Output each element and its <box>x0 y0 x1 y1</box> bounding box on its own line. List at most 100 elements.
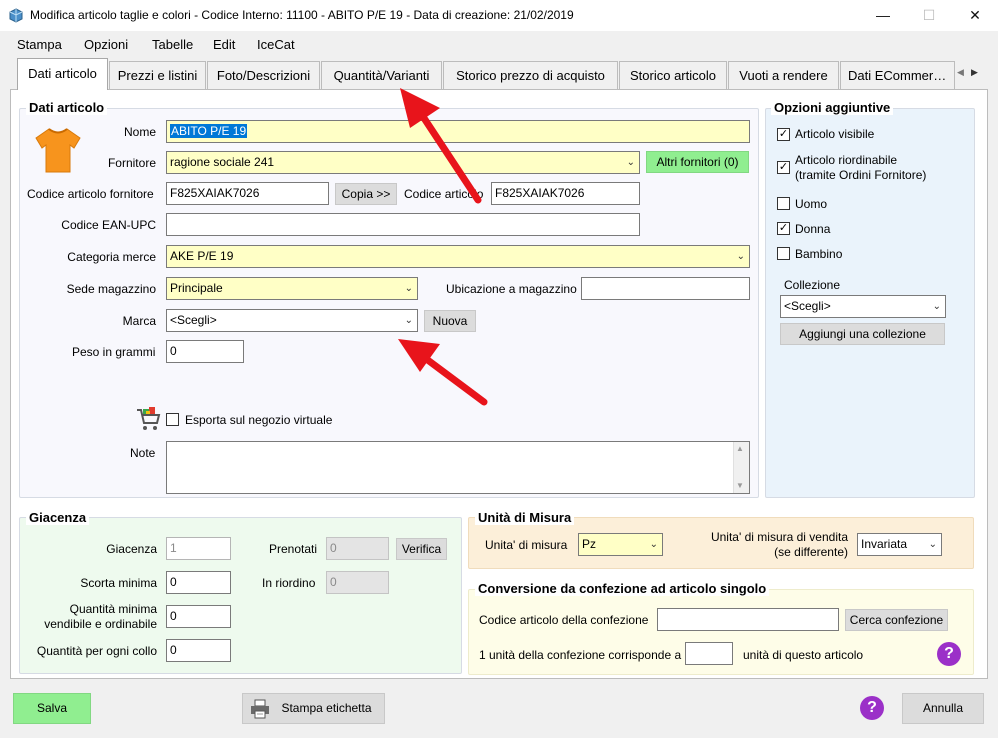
note-label: Note <box>130 446 156 460</box>
menu-tabelle[interactable]: Tabelle <box>152 37 193 52</box>
articolo-riordinabile-label: Articolo riordinabile <box>795 153 898 167</box>
menu-opzioni[interactable]: Opzioni <box>84 37 128 52</box>
prenotati-label: Prenotati <box>269 542 318 556</box>
codice-confezione-label: Codice articolo della confezione <box>479 613 649 627</box>
ean-input[interactable] <box>166 213 640 236</box>
chevron-down-icon: ⌄ <box>736 251 745 262</box>
chevron-down-icon: ⌄ <box>404 283 413 294</box>
tab-quantita-varianti[interactable]: Quantità/Varianti <box>321 61 442 89</box>
um-select[interactable]: Pz ⌄ <box>578 533 663 556</box>
shopping-cart-icon <box>137 407 161 430</box>
nome-label: Nome <box>123 125 156 139</box>
unita-title: Unità di Misura <box>475 510 575 525</box>
opzioni-title: Opzioni aggiuntive <box>771 100 894 115</box>
tab-scroll-right-icon[interactable]: ▶ <box>971 64 983 80</box>
articolo-visibile-label: Articolo visibile <box>795 127 875 141</box>
donna-checkbox[interactable]: ✓ <box>777 222 790 235</box>
app-icon <box>9 8 23 23</box>
peso-input[interactable]: 0 <box>166 340 244 363</box>
codice-confezione-input[interactable] <box>657 608 839 631</box>
annulla-button[interactable]: Annulla <box>902 693 984 724</box>
scorta-minima-input[interactable]: 0 <box>166 571 231 594</box>
giacenza-title: Giacenza <box>26 510 90 525</box>
tab-dati-articolo[interactable]: Dati articolo <box>17 58 108 90</box>
in-riordino-label: In riordino <box>262 576 316 590</box>
codice-articolo-label: Codice articolo <box>404 187 484 201</box>
fornitore-label: Fornitore <box>107 156 156 170</box>
chevron-down-icon: ⌄ <box>932 301 941 312</box>
maximize-button[interactable]: ☐ <box>906 0 952 31</box>
peso-label: Peso in grammi <box>72 345 156 359</box>
codice-articolo-input[interactable]: F825XAIAK7026 <box>491 182 640 205</box>
marca-select-value: <Scegli> <box>170 313 217 327</box>
menu-edit[interactable]: Edit <box>213 37 235 52</box>
um-vendita-label-2: (se differente) <box>774 545 848 559</box>
qmin-input[interactable]: 0 <box>166 605 231 628</box>
giacenza-input[interactable]: 1 <box>166 537 231 560</box>
tab-foto-descrizioni[interactable]: Foto/Descrizioni <box>207 61 320 89</box>
note-textarea[interactable] <box>166 441 750 494</box>
qcollo-label: Quantità per ogni collo <box>36 644 157 658</box>
tab-storico-prezzo-acquisto[interactable]: Storico prezzo di acquisto <box>443 61 618 89</box>
cerca-confezione-button[interactable]: Cerca confezione <box>845 609 948 631</box>
chevron-down-icon: ⌄ <box>404 315 413 326</box>
copia-button[interactable]: Copia >> <box>335 183 397 205</box>
esporta-label: Esporta sul negozio virtuale <box>185 413 333 427</box>
nuova-marca-button[interactable]: Nuova <box>424 310 476 332</box>
articolo-riordinabile-sub: (tramite Ordini Fornitore) <box>795 168 927 182</box>
tab-dati-ecommerce[interactable]: Dati ECommer… <box>840 61 955 89</box>
aggiungi-collezione-button[interactable]: Aggiungi una collezione <box>780 323 945 345</box>
um-vendita-select-value: Invariata <box>861 537 908 551</box>
categoria-label: Categoria merce <box>67 250 156 264</box>
bambino-label: Bambino <box>795 247 843 261</box>
qcollo-input[interactable]: 0 <box>166 639 231 662</box>
verifica-button[interactable]: Verifica <box>396 538 447 560</box>
chevron-down-icon: ⌄ <box>626 157 635 168</box>
categoria-select-value: AKE P/E 19 <box>170 249 234 263</box>
articolo-visibile-checkbox[interactable]: ✓ <box>777 128 790 141</box>
menu-icecat[interactable]: IceCat <box>257 37 295 52</box>
collezione-label: Collezione <box>784 278 841 292</box>
stampa-etichetta-button[interactable]: Stampa etichetta <box>242 693 385 724</box>
bambino-checkbox[interactable] <box>777 247 790 260</box>
tab-storico-articolo[interactable]: Storico articolo <box>619 61 727 89</box>
salva-button[interactable]: Salva <box>13 693 91 724</box>
close-button[interactable]: ✕ <box>952 0 998 31</box>
stampa-etichetta-label: Stampa etichetta <box>281 701 372 715</box>
scroll-down-icon[interactable]: ▼ <box>736 481 744 490</box>
altri-fornitori-button[interactable]: Altri fornitori (0) <box>646 151 749 173</box>
window-title: Modifica articolo taglie e colori - Codi… <box>30 8 574 22</box>
um-vendita-select[interactable]: Invariata ⌄ <box>857 533 942 556</box>
qmin-label-2: vendibile e ordinabile <box>44 617 157 631</box>
marca-label: Marca <box>122 314 156 328</box>
tab-prezzi-listini[interactable]: Prezzi e listini <box>109 61 206 89</box>
unita-confezione-input[interactable] <box>685 642 733 665</box>
collezione-select-value: <Scegli> <box>784 299 831 313</box>
unita-confezione-label: 1 unità della confezione corrisponde a <box>479 648 682 662</box>
collezione-select[interactable]: <Scegli> ⌄ <box>780 295 946 318</box>
categoria-select[interactable]: AKE P/E 19 ⌄ <box>166 245 750 268</box>
articolo-riordinabile-checkbox[interactable]: ✓ <box>777 161 790 174</box>
chevron-down-icon: ⌄ <box>649 539 658 550</box>
marca-select[interactable]: <Scegli> ⌄ <box>166 309 418 332</box>
donna-label: Donna <box>795 222 831 236</box>
giacenza-label: Giacenza <box>106 542 157 556</box>
codice-fornitore-input[interactable]: F825XAIAK7026 <box>166 182 329 205</box>
tab-vuoti-a-rendere[interactable]: Vuoti a rendere <box>728 61 839 89</box>
fornitore-select-value: ragione sociale 241 <box>170 155 275 169</box>
tab-scroll-left-icon[interactable]: ◀ <box>957 64 969 80</box>
menu-bar: Stampa Opzioni Tabelle Edit IceCat <box>0 31 998 58</box>
sede-select[interactable]: Principale ⌄ <box>166 277 418 300</box>
nome-input[interactable]: ABITO P/E 19 <box>166 120 750 143</box>
help-icon[interactable]: ? <box>860 696 884 720</box>
uomo-checkbox[interactable] <box>777 197 790 210</box>
scroll-up-icon[interactable]: ▲ <box>736 444 744 453</box>
menu-stampa[interactable]: Stampa <box>17 37 62 52</box>
um-label: Unita' di misura <box>485 538 568 552</box>
esporta-checkbox[interactable] <box>166 413 179 426</box>
ubicazione-input[interactable] <box>581 277 750 300</box>
minimize-button[interactable]: — <box>860 0 906 31</box>
uomo-label: Uomo <box>795 197 828 211</box>
fornitore-select[interactable]: ragione sociale 241 ⌄ <box>166 151 640 174</box>
help-icon[interactable]: ? <box>937 642 961 666</box>
